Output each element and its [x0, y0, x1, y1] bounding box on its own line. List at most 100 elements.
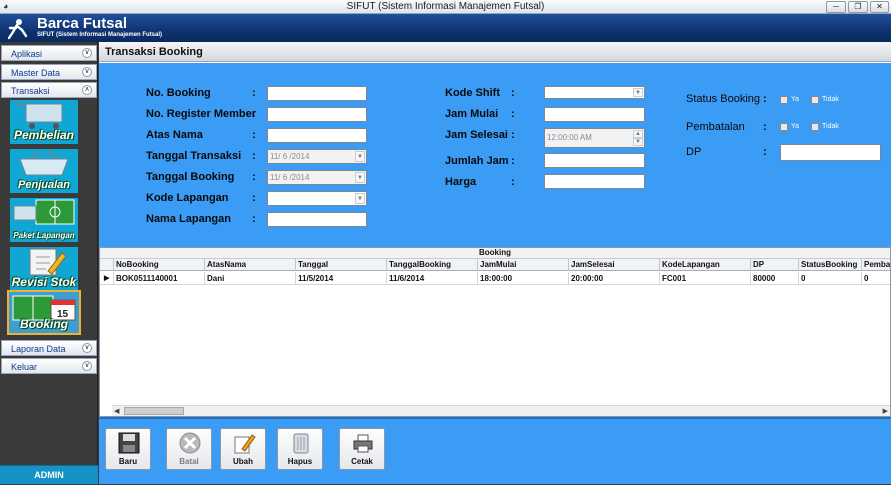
sidebar-section-transaksi[interactable]: Transaksi ∧ — [1, 82, 97, 98]
hapus-button[interactable]: Hapus — [277, 428, 323, 470]
column-header[interactable]: Pemba — [862, 259, 890, 271]
button-label: Cetak — [351, 457, 373, 466]
tile-pembelian[interactable]: Pembelian — [10, 100, 78, 144]
chevron-down-icon[interactable]: ▼ — [633, 88, 643, 97]
jam-mulai-input[interactable] — [544, 107, 645, 122]
column-header[interactable]: StatusBooking — [799, 259, 862, 271]
kode-lapangan-select[interactable]: ▼ — [267, 191, 367, 206]
jam-selesai-value: 12:00:00 AM — [547, 133, 592, 142]
atas-nama-input[interactable] — [267, 128, 367, 143]
section-label: Master Data — [11, 68, 61, 78]
status-booking-ya-checkbox[interactable] — [780, 96, 788, 104]
cetak-button[interactable]: Cetak — [339, 428, 385, 470]
nama-lapangan-input[interactable] — [267, 212, 367, 227]
spin-up-icon[interactable]: ▲ — [633, 130, 643, 138]
column-header[interactable]: JamSelesai — [569, 259, 660, 271]
sidebar-section-aplikasi[interactable]: Aplikasi ∨ — [1, 45, 97, 61]
colon: : — [511, 87, 515, 99]
colon: : — [252, 129, 256, 141]
tile-label: Penjualan — [18, 179, 70, 191]
column-header[interactable]: AtasNama — [205, 259, 296, 271]
pembatalan-label: Pembatalan — [686, 121, 745, 133]
tile-label: Paket Lapangan — [13, 231, 75, 240]
jumlah-jam-input[interactable] — [544, 153, 645, 168]
dp-input[interactable] — [780, 144, 881, 161]
status-booking-tidak-checkbox[interactable] — [811, 96, 819, 104]
close-button[interactable]: ✕ — [870, 1, 889, 13]
sidebar-section-keluar[interactable]: Keluar ∨ — [1, 358, 97, 374]
colon: : — [511, 108, 515, 120]
section-label: Aplikasi — [11, 49, 43, 59]
minimize-button[interactable]: ─ — [826, 1, 846, 13]
column-header[interactable]: Tanggal — [296, 259, 387, 271]
cancel-icon — [179, 432, 201, 454]
tile-revisi-stok[interactable]: Revisi Stok — [10, 247, 78, 291]
row-selector-icon[interactable]: ▶ — [100, 272, 114, 285]
colon: : — [511, 129, 515, 141]
tile-penjualan[interactable]: Penjualan — [10, 149, 78, 193]
batal-button[interactable]: Batal — [166, 428, 212, 470]
edit-document-icon — [29, 248, 67, 276]
field-cart-icon — [13, 199, 75, 225]
scroll-left-icon[interactable]: ◀ — [114, 407, 119, 415]
tile-booking[interactable]: 15 Booking — [7, 290, 81, 335]
chevron-down-icon[interactable]: ▼ — [355, 172, 365, 183]
table-cell[interactable]: 11/5/2014 — [296, 272, 387, 285]
column-header[interactable]: NoBooking — [114, 259, 205, 271]
column-header[interactable]: DP — [751, 259, 799, 271]
table-cell[interactable]: BOK0511140001 — [114, 272, 205, 285]
basket-icon — [19, 150, 69, 176]
colon: : — [252, 192, 256, 204]
no-register-member-input[interactable] — [267, 107, 367, 122]
ubah-button[interactable]: Ubah — [220, 428, 266, 470]
tanggal-booking-datepicker[interactable]: 11/ 6 /2014 ▼ — [267, 170, 367, 185]
user-badge: ADMIN — [0, 465, 98, 484]
logo-icon — [7, 19, 28, 40]
table-cell[interactable]: 20:00:00 — [569, 272, 660, 285]
pembatalan-tidak-checkbox[interactable] — [811, 123, 819, 131]
tanggal-transaksi-label: Tanggal Transaksi — [146, 150, 242, 162]
tanggal-booking-label: Tanggal Booking — [146, 171, 235, 183]
edit-icon — [234, 434, 256, 454]
colon: : — [511, 155, 515, 167]
baru-button[interactable]: Baru — [105, 428, 151, 470]
app-subtitle: SIFUT (Sistem Informasi Manajemen Futsal… — [37, 32, 163, 38]
restore-button[interactable]: ❐ — [848, 1, 868, 13]
table-cell[interactable]: 0 — [799, 272, 862, 285]
table-cell[interactable]: 80000 — [751, 272, 799, 285]
sidebar-section-laporan-data[interactable]: Laporan Data ∨ — [1, 340, 97, 356]
tile-paket-lapangan[interactable]: Paket Lapangan — [10, 198, 78, 242]
column-header[interactable]: TanggalBooking — [387, 259, 478, 271]
scrollbar-thumb[interactable] — [124, 407, 184, 415]
row-header-corner — [100, 259, 114, 271]
checkbox-label: Tidak — [822, 123, 839, 130]
jam-selesai-timepicker[interactable]: 12:00:00 AM ▲ ▼ — [544, 128, 645, 148]
pembatalan-ya-checkbox[interactable] — [780, 123, 788, 131]
chevron-down-icon: ∨ — [82, 48, 92, 58]
horizontal-scrollbar[interactable]: ◀ ▶ — [112, 405, 890, 416]
shopping-cart-icon — [16, 103, 63, 129]
tanggal-transaksi-value: 11/ 6 /2014 — [270, 152, 310, 161]
table-cell[interactable]: FC001 — [660, 272, 751, 285]
column-header[interactable]: JamMulai — [478, 259, 569, 271]
dp-label: DP — [686, 146, 702, 158]
chevron-down-icon[interactable]: ▼ — [355, 151, 365, 162]
tanggal-transaksi-datepicker[interactable]: 11/ 6 /2014 ▼ — [267, 149, 367, 164]
sidebar-section-master-data[interactable]: Master Data ∨ — [1, 64, 97, 80]
kode-shift-select[interactable]: ▼ — [544, 86, 645, 99]
no-booking-input[interactable] — [267, 86, 367, 101]
table-cell[interactable]: 11/6/2014 — [387, 272, 478, 285]
spin-down-icon[interactable]: ▼ — [633, 138, 643, 146]
colon: : — [252, 171, 256, 183]
chevron-down-icon[interactable]: ▼ — [355, 193, 365, 204]
table-cell[interactable]: Dani — [205, 272, 296, 285]
app-name: Barca Futsal — [37, 15, 128, 32]
table-cell[interactable]: 18:00:00 — [478, 272, 569, 285]
column-header[interactable]: KodeLapangan — [660, 259, 751, 271]
page-title: Transaksi Booking — [99, 42, 891, 62]
no-register-member-label: No. Register Member — [146, 108, 257, 120]
harga-input[interactable] — [544, 174, 645, 189]
table-cell[interactable]: 0 — [862, 272, 890, 285]
save-icon — [118, 432, 140, 454]
scroll-right-icon[interactable]: ▶ — [883, 407, 888, 415]
